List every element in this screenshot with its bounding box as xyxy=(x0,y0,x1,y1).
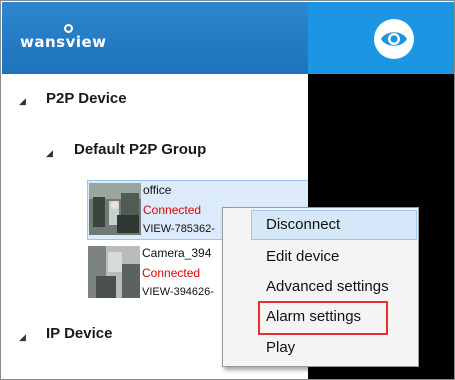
device-id: VIEW-394626- xyxy=(142,286,214,298)
device-name: office xyxy=(143,183,172,197)
menu-item-edit-device[interactable]: Edit device xyxy=(266,248,339,265)
camera-thumbnail xyxy=(89,183,141,235)
device-name: Camera_394 xyxy=(142,246,212,260)
alarm-settings-highlight xyxy=(258,301,388,335)
tree-node-ip-device[interactable]: IP Device xyxy=(46,325,112,342)
collapse-arrow-icon[interactable]: ◢ xyxy=(19,96,26,107)
menu-item-disconnect[interactable]: Disconnect xyxy=(251,210,417,240)
tree-node-default-ip-group[interactable] xyxy=(74,372,78,379)
preview-button[interactable] xyxy=(374,19,414,59)
header-bar: wansview xyxy=(2,2,308,74)
menu-item-advanced-settings[interactable]: Advanced settings xyxy=(266,278,389,295)
logo-mark-icon xyxy=(64,24,73,33)
device-status: Connected xyxy=(143,203,202,217)
tree-node-default-p2p-group[interactable]: Default P2P Group xyxy=(74,141,206,158)
device-id: VIEW-785362- xyxy=(143,223,215,235)
device-status: Connected xyxy=(142,266,201,280)
device-context-menu: Disconnect Edit device Advanced settings… xyxy=(222,207,419,367)
eye-icon xyxy=(381,32,407,46)
collapse-arrow-icon[interactable]: ◢ xyxy=(19,332,26,343)
app-window: wansview ◢ P2P Device ◢ Default P2P Grou… xyxy=(0,0,455,380)
app-logo: wansview xyxy=(20,33,107,51)
menu-item-play[interactable]: Play xyxy=(266,339,295,356)
tree-node-p2p-device[interactable]: P2P Device xyxy=(46,90,127,107)
collapse-arrow-icon[interactable]: ◢ xyxy=(46,148,53,159)
preview-header xyxy=(308,2,454,74)
camera-thumbnail xyxy=(88,246,140,298)
